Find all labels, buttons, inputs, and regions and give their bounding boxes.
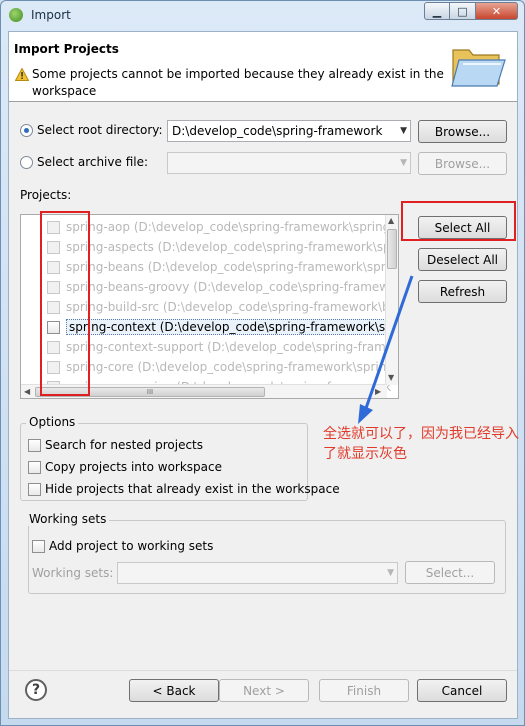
scroll-down-icon[interactable]: ▼ <box>388 373 394 382</box>
scroll-right-icon[interactable]: ▶ <box>375 387 381 396</box>
root-directory-radio[interactable] <box>20 123 33 137</box>
finish-button[interactable]: Finish <box>319 679 409 702</box>
annotation-highlight-checkboxes <box>40 211 90 396</box>
wizard-header: Import Projects Some projects cannot be … <box>9 32 517 102</box>
annotation-note: 全选就可以了，因为我已经导入了就显示灰色 <box>323 426 519 462</box>
hide-projects-checkbox[interactable] <box>28 482 41 496</box>
dialog-body: Import Projects Some projects cannot be … <box>8 31 519 719</box>
browse-archive-button[interactable]: Browse... <box>418 152 507 175</box>
title-bar[interactable]: Import ▁ □ ✕ <box>1 1 524 29</box>
archive-file-label: Select archive file: <box>37 155 149 169</box>
working-sets-title: Working sets <box>26 512 110 526</box>
chevron-down-icon: ▼ <box>387 568 394 578</box>
archive-file-combo[interactable]: ▼ <box>167 152 411 174</box>
working-sets-label: Working sets: <box>32 566 114 580</box>
maximize-button[interactable]: □ <box>450 2 476 20</box>
hide-projects-label: Hide projects that already exist in the … <box>45 482 340 496</box>
window-title: Import <box>31 8 71 22</box>
page-title: Import Projects <box>14 42 119 56</box>
deselect-all-button[interactable]: Deselect All <box>418 248 507 271</box>
warning-message: Some projects cannot be imported because… <box>32 67 444 98</box>
add-to-working-sets-label: Add project to working sets <box>49 539 214 553</box>
search-nested-label: Search for nested projects <box>45 438 204 452</box>
vertical-scroll-thumb[interactable] <box>387 229 397 269</box>
copy-projects-option[interactable]: Copy projects into workspace <box>28 460 222 474</box>
working-sets-combo[interactable]: ▼ <box>117 562 398 584</box>
folder-wizard-icon <box>451 49 506 87</box>
annotation-highlight-select-all <box>401 201 516 241</box>
chevron-down-icon[interactable]: ▼ <box>400 126 407 136</box>
minimize-button[interactable]: ▁ <box>424 2 450 20</box>
archive-file-option[interactable]: Select archive file: <box>20 155 148 169</box>
root-directory-value: D:\develop_code\spring-framework <box>172 124 383 138</box>
archive-file-radio[interactable] <box>20 155 33 169</box>
back-button[interactable]: < Back <box>129 679 219 702</box>
next-button[interactable]: Next > <box>219 679 309 702</box>
select-working-sets-button[interactable]: Select... <box>405 561 495 584</box>
root-directory-combo[interactable]: D:\develop_code\spring-framework ▼ <box>167 120 411 142</box>
help-icon[interactable]: ? <box>25 679 47 701</box>
spring-app-icon <box>9 8 23 22</box>
warning-icon <box>15 68 29 81</box>
browse-directory-button[interactable]: Browse... <box>418 120 507 143</box>
root-directory-option[interactable]: Select root directory: <box>20 123 163 137</box>
copy-projects-checkbox[interactable] <box>28 460 41 474</box>
window-controls: ▁ □ ✕ <box>424 2 518 20</box>
add-to-working-sets-checkbox[interactable] <box>32 539 45 553</box>
close-button[interactable]: ✕ <box>476 2 518 20</box>
search-nested-checkbox[interactable] <box>28 438 41 452</box>
import-dialog-window: Import ▁ □ ✕ Import Projects Some projec… <box>0 0 525 726</box>
projects-label: Projects: <box>20 188 72 202</box>
add-to-working-sets-option[interactable]: Add project to working sets <box>32 539 213 553</box>
scroll-left-icon[interactable]: ◀ <box>24 387 30 396</box>
cancel-button[interactable]: Cancel <box>417 679 507 702</box>
search-nested-option[interactable]: Search for nested projects <box>28 438 203 452</box>
options-title: Options <box>26 415 79 429</box>
refresh-button[interactable]: Refresh <box>418 280 507 303</box>
copy-projects-label: Copy projects into workspace <box>45 460 223 474</box>
chevron-down-icon: ▼ <box>400 158 407 168</box>
footer-divider <box>9 670 517 671</box>
scroll-up-icon[interactable]: ▲ <box>388 216 394 225</box>
root-directory-label: Select root directory: <box>37 123 163 137</box>
vertical-scrollbar[interactable]: ▲ ▼ <box>385 215 398 385</box>
hide-projects-option[interactable]: Hide projects that already exist in the … <box>28 482 340 496</box>
